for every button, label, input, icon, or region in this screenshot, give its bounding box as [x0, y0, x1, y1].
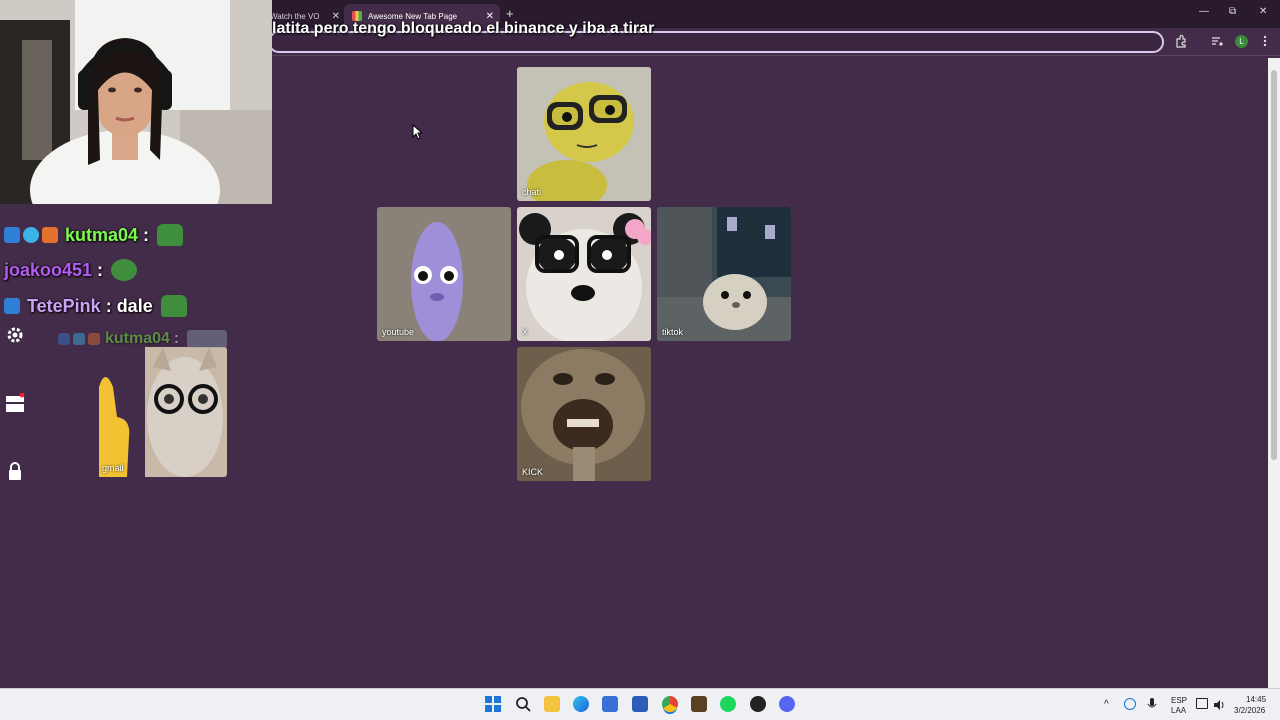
tile-label: KICK	[522, 467, 544, 477]
clock-time[interactable]: 14:45	[1246, 695, 1266, 704]
tray-chevron-icon[interactable]: ^	[1104, 699, 1109, 710]
pepe-emote-icon	[157, 224, 184, 246]
file-explorer-icon[interactable]	[544, 696, 560, 712]
chat-message: TetePink : dale	[4, 295, 187, 317]
language-layout[interactable]: LAA	[1171, 706, 1186, 715]
badge-icon	[73, 333, 85, 345]
scrollbar-thumb[interactable]	[1271, 70, 1277, 460]
tile-youtube[interactable]: youtube	[377, 207, 511, 341]
chat-separator: :	[143, 224, 150, 245]
gear-icon[interactable]	[5, 325, 25, 345]
microphone-icon[interactable]	[1147, 698, 1157, 711]
chat-separator: :	[97, 259, 104, 280]
windows-start-icon[interactable]	[485, 696, 501, 712]
search-icon[interactable]	[515, 696, 531, 712]
monkey-face-icon	[517, 347, 651, 481]
chrome-icon[interactable]	[662, 696, 678, 712]
yellow-character-glasses-icon	[517, 67, 651, 201]
language-indicator[interactable]: ESP	[1171, 696, 1187, 705]
chat-username[interactable]: TetePink	[27, 296, 101, 317]
chat-message: joakoo451 :	[4, 259, 138, 281]
tile-gmail[interactable]: gmail	[97, 347, 227, 477]
pepe-emote-icon	[160, 295, 187, 317]
menu-kebab-icon[interactable]	[1258, 34, 1272, 48]
chat-username[interactable]: kutma04	[105, 330, 170, 348]
tile-label: X	[522, 327, 529, 337]
tile-chati[interactable]: chati	[517, 67, 651, 201]
badge-icon	[4, 227, 20, 243]
tile-kick[interactable]: KICK	[517, 347, 651, 481]
hamster-minecraft-icon	[657, 207, 791, 341]
chat-message-fading: kutma04 :	[58, 330, 230, 348]
badge-icon	[42, 227, 58, 243]
profile-avatar[interactable]: L	[1235, 35, 1248, 48]
chat-separator: :	[105, 295, 112, 316]
minecraft-icon[interactable]	[691, 696, 707, 712]
webcam-overlay	[0, 0, 272, 204]
streamer-webcam-icon	[0, 0, 272, 204]
emote-icon	[187, 330, 228, 348]
close-window-button[interactable]: ✕	[1259, 6, 1267, 17]
purple-blob-creature-icon	[377, 207, 511, 341]
spotify-icon[interactable]	[720, 696, 736, 712]
badge-icon	[88, 333, 100, 345]
new-tab-button[interactable]: +	[506, 6, 514, 21]
media-control-icon[interactable]	[1210, 34, 1224, 48]
mail-icon[interactable]	[632, 696, 648, 712]
onedrive-icon[interactable]	[1124, 698, 1136, 710]
clock-date[interactable]: 3/2/2026	[1234, 706, 1265, 715]
network-icon[interactable]	[1196, 698, 1208, 709]
mouse-cursor-icon	[412, 124, 422, 140]
panda-glasses-icon	[517, 207, 651, 341]
extensions-icon[interactable]	[1174, 34, 1188, 48]
badge-icon	[23, 227, 39, 243]
tile-label: tiktok	[662, 327, 684, 337]
discord-icon[interactable]	[779, 696, 795, 712]
inbox-icon[interactable]	[5, 392, 25, 413]
chat-separator: :	[173, 330, 180, 347]
pepe-emote-icon	[111, 259, 138, 281]
store-icon[interactable]	[602, 696, 618, 712]
badge-icon	[58, 333, 70, 345]
lock-icon[interactable]	[5, 461, 25, 481]
chat-message: kutma04 :	[4, 224, 184, 246]
chat-username[interactable]: kutma04	[65, 225, 138, 246]
obs-icon[interactable]	[750, 696, 766, 712]
stream-overlay-message: latita pero tengo bloqueado el binance y…	[272, 20, 655, 37]
minimize-button[interactable]: —	[1199, 6, 1209, 17]
maximize-button[interactable]: ⧉	[1229, 6, 1236, 17]
tile-tiktok[interactable]: tiktok	[657, 207, 791, 341]
tile-label: chati	[522, 187, 542, 197]
tile-label: youtube	[382, 327, 415, 337]
chat-username[interactable]: joakoo451	[4, 260, 92, 281]
tile-label: gmail	[102, 463, 124, 473]
cat-glasses-finger-icon	[97, 347, 227, 477]
edge-browser-icon[interactable]	[573, 696, 589, 712]
tile-x[interactable]: X	[517, 207, 651, 341]
chat-message-text: dale	[116, 295, 153, 316]
badge-icon	[4, 298, 20, 314]
volume-icon[interactable]	[1213, 698, 1225, 710]
